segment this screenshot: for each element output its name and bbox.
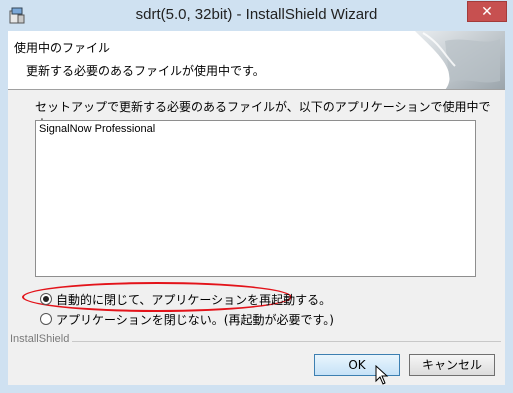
installshield-window: sdrt(5.0, 32bit) - InstallShield Wizard … <box>0 0 513 393</box>
banner-art-icon <box>405 31 505 89</box>
auto-close-option[interactable]: 自動的に閉じて、アプリケーションを再起動する。 <box>40 291 331 307</box>
installshield-brand: InstallShield <box>10 333 70 345</box>
auto-close-label[interactable]: 自動的に閉じて、アプリケーションを再起動する。 <box>56 291 331 308</box>
header-banner: 使用中のファイル 更新する必要のあるファイルが使用中です。 <box>8 31 505 90</box>
no-close-radio[interactable] <box>40 313 52 325</box>
auto-close-radio[interactable] <box>40 293 52 305</box>
banner-subtitle: 更新する必要のあるファイルが使用中です。 <box>26 64 265 78</box>
in-use-applications-list[interactable]: SignalNow Professional <box>35 120 476 277</box>
close-button[interactable]: ✕ <box>467 1 507 22</box>
cancel-button[interactable]: キャンセル <box>409 354 495 376</box>
mouse-cursor-icon <box>375 365 389 385</box>
window-title: sdrt(5.0, 32bit) - InstallShield Wizard <box>135 6 378 23</box>
title-bar[interactable]: sdrt(5.0, 32bit) - InstallShield Wizard … <box>0 0 513 32</box>
no-close-label[interactable]: アプリケーションを閉じない。(再起動が必要です。) <box>56 311 334 328</box>
banner-title: 使用中のファイル <box>14 41 111 55</box>
no-close-option[interactable]: アプリケーションを閉じない。(再起動が必要です。) <box>40 311 334 327</box>
footer-divider <box>72 341 501 342</box>
list-item[interactable]: SignalNow Professional <box>39 123 155 135</box>
wizard-client-area: 使用中のファイル 更新する必要のあるファイルが使用中です。 セットアップで更新す… <box>8 31 505 385</box>
